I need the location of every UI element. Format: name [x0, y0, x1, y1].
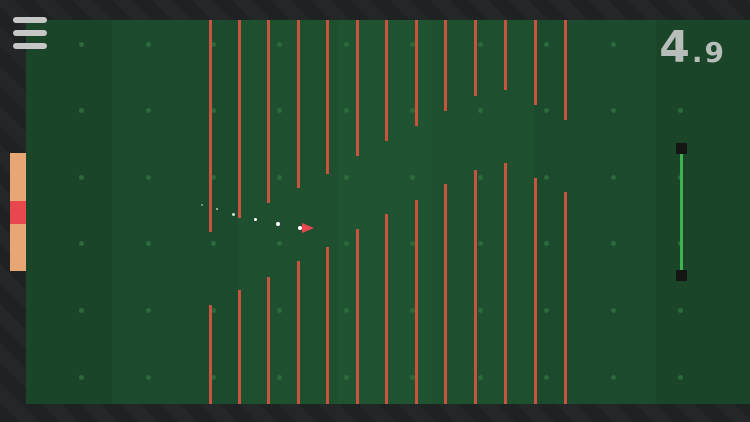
background-dot — [344, 241, 349, 246]
trail-dot — [276, 222, 280, 226]
background-dot — [478, 308, 483, 313]
wall-top — [474, 20, 477, 96]
background-dot — [611, 42, 616, 47]
wall-bottom — [504, 163, 507, 404]
slider-track[interactable] — [680, 154, 683, 270]
background-dot — [611, 308, 616, 313]
background-dot — [344, 308, 349, 313]
background-dot — [277, 308, 282, 313]
background-dot — [611, 108, 616, 113]
background-dot — [544, 108, 549, 113]
background-dot — [79, 308, 84, 313]
background-dot — [277, 241, 282, 246]
trail-dot — [201, 204, 203, 206]
background-dot — [79, 175, 84, 180]
wall-bottom — [267, 277, 270, 404]
score-decimal: .9 — [691, 36, 726, 69]
wall-bottom — [385, 214, 388, 404]
wall-bottom — [564, 192, 567, 404]
background-dot — [79, 42, 84, 47]
field-band — [112, 20, 238, 404]
background-dot — [146, 308, 151, 313]
wall-bottom — [356, 229, 359, 404]
background-dot — [611, 175, 616, 180]
wall-top — [444, 20, 447, 111]
background-dot — [611, 241, 616, 246]
background-dot — [277, 175, 282, 180]
background-dot — [678, 375, 683, 380]
background-dot — [410, 175, 415, 180]
hamburger-menu-icon[interactable] — [13, 17, 47, 49]
gauge-marker — [10, 201, 26, 224]
wall-top — [267, 20, 270, 203]
background-dot — [478, 42, 483, 47]
field-band — [26, 20, 112, 404]
wall-top — [238, 20, 241, 218]
wall-bottom — [326, 247, 329, 404]
field-band — [656, 20, 750, 404]
background-dot — [79, 375, 84, 380]
wall-top — [504, 20, 507, 90]
trail-dot — [216, 208, 218, 210]
wall-bottom — [238, 290, 241, 404]
control-slider[interactable] — [675, 143, 689, 282]
background-dot — [146, 42, 151, 47]
arrow-ship-icon — [298, 223, 314, 233]
background-dot — [478, 241, 483, 246]
background-dot — [277, 108, 282, 113]
wall-bottom — [534, 178, 537, 404]
background-dot — [344, 108, 349, 113]
background-dot — [211, 241, 216, 246]
background-dot — [344, 375, 349, 380]
wall-top — [415, 20, 418, 126]
score-integer: 4 — [659, 22, 692, 73]
trail-dot — [254, 218, 257, 221]
background-dot — [678, 108, 683, 113]
field-band — [534, 20, 656, 404]
field-band — [432, 20, 534, 404]
wall-top — [297, 20, 300, 188]
wall-bottom — [444, 184, 447, 404]
background-dot — [344, 175, 349, 180]
slider-top-knob[interactable] — [676, 143, 687, 154]
wall-top — [209, 20, 212, 232]
background-dot — [544, 375, 549, 380]
background-dot — [146, 175, 151, 180]
trail-dot — [232, 213, 235, 216]
background-dot — [277, 42, 282, 47]
wall-bottom — [209, 305, 212, 404]
wall-top — [326, 20, 329, 174]
wall-top — [356, 20, 359, 156]
background-dot — [678, 308, 683, 313]
slider-bottom-knob[interactable] — [676, 270, 687, 281]
background-dot — [79, 108, 84, 113]
background-dot — [544, 42, 549, 47]
background-dot — [478, 108, 483, 113]
background-dot — [544, 241, 549, 246]
background-dot — [544, 308, 549, 313]
wall-top — [385, 20, 388, 141]
wall-top — [564, 20, 567, 120]
background-dot — [146, 108, 151, 113]
score-display: 4.9 — [659, 22, 726, 73]
side-gauge — [10, 153, 26, 271]
wall-bottom — [474, 170, 477, 404]
background-dot — [146, 241, 151, 246]
playfield — [26, 20, 750, 404]
wall-bottom — [415, 200, 418, 404]
background-dot — [344, 42, 349, 47]
background-dot — [146, 375, 151, 380]
wall-top — [534, 20, 537, 105]
background-dot — [79, 241, 84, 246]
background-dot — [277, 375, 282, 380]
background-dot — [478, 175, 483, 180]
background-dot — [611, 375, 616, 380]
background-dot — [544, 175, 549, 180]
background-dot — [478, 375, 483, 380]
field-band — [238, 20, 338, 404]
wall-bottom — [297, 261, 300, 404]
